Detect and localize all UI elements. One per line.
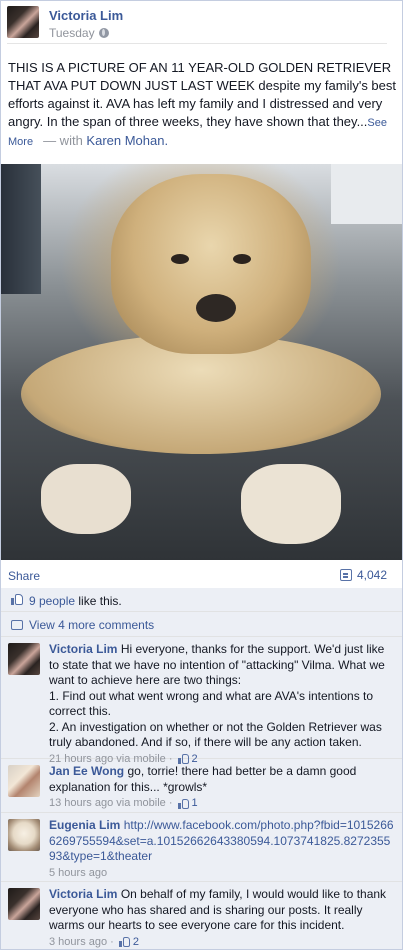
comment-body: Victoria Lim Hi everyone, thanks for the… [49, 642, 397, 767]
comment-time[interactable]: 3 hours ago · [49, 935, 114, 950]
commenter-name[interactable]: Eugenia Lim [49, 818, 120, 832]
dog-nose [196, 294, 236, 322]
comment-bubble-icon [11, 620, 23, 630]
globe-icon[interactable] [98, 28, 109, 38]
comment-meta: 3 hours ago · 2 [49, 935, 397, 950]
comment-item: Victoria Lim On behalf of my family, I w… [1, 882, 402, 950]
post-time[interactable]: Tuesday [49, 26, 95, 40]
post-message: THIS IS A PICTURE OF AN 11 YEAR-OLD GOLD… [8, 59, 396, 151]
comment-body: Eugenia Lim http://www.facebook.com/phot… [49, 818, 397, 881]
post-card: Victoria Lim Tuesday THIS IS A PICTURE O… [0, 0, 403, 950]
comment-time[interactable]: 5 hours ago [49, 866, 107, 882]
likes-text: 9 people like this. [29, 594, 122, 608]
like-icon[interactable] [118, 937, 130, 948]
comment-like-count[interactable]: 2 [133, 935, 139, 950]
comment-body: Victoria Lim On behalf of my family, I w… [49, 887, 397, 950]
shares-count[interactable]: 4,042 [339, 568, 387, 582]
avatar[interactable] [8, 888, 40, 920]
commenter-name[interactable]: Victoria Lim [49, 887, 117, 901]
post-meta: Tuesday [49, 26, 109, 40]
comment-time[interactable]: 13 hours ago via mobile · [49, 796, 173, 812]
dog-paw-left [41, 464, 131, 534]
like-icon[interactable] [177, 798, 189, 809]
avatar[interactable] [8, 765, 40, 797]
avatar[interactable] [7, 6, 39, 38]
dog-eye-right [233, 254, 251, 264]
post-body: THIS IS A PICTURE OF AN 11 YEAR-OLD GOLD… [8, 60, 397, 129]
comments-section: 9 people like this. View 4 more comments… [1, 588, 402, 950]
view-more-row[interactable]: View 4 more comments [1, 612, 402, 637]
share-count-text: 4,042 [356, 568, 387, 582]
post-photo[interactable] [1, 164, 402, 560]
comment-item: Jan Ee Wong go, torrie! there had better… [1, 759, 402, 813]
likes-row: 9 people like this. [1, 588, 402, 612]
likes-people-link[interactable]: 9 people [29, 594, 75, 608]
dog-paw-right [241, 464, 341, 544]
view-more-comments[interactable]: View 4 more comments [29, 618, 154, 632]
share-icon [339, 569, 352, 581]
comment-meta: 13 hours ago via mobile · 1 [49, 796, 397, 812]
avatar[interactable] [8, 819, 40, 851]
comment-meta: 5 hours ago [49, 866, 397, 882]
commenter-name[interactable]: Victoria Lim [49, 642, 117, 656]
post-actions: Share 4,042 [1, 561, 402, 589]
dog-eye-left [171, 254, 189, 264]
commenter-name[interactable]: Jan Ee Wong [49, 764, 124, 778]
comment-item: Victoria Lim Hi everyone, thanks for the… [1, 637, 402, 765]
dog-head [111, 174, 311, 354]
comment-body: Jan Ee Wong go, torrie! there had better… [49, 764, 397, 812]
with-label: — with [43, 133, 83, 148]
photo-stool [1, 164, 41, 294]
likes-suffix: like this. [78, 594, 122, 608]
comment-text-line: 1. Find out what went wrong and what are… [49, 688, 374, 719]
post-header: Victoria Lim Tuesday [7, 6, 397, 46]
comment-item: Eugenia Lim http://www.facebook.com/phot… [1, 813, 402, 882]
tagged-person[interactable]: Karen Mohan. [86, 133, 168, 148]
author-name[interactable]: Victoria Lim [49, 8, 123, 23]
like-icon [11, 594, 23, 605]
header-divider [7, 43, 387, 44]
photo-wall [331, 164, 402, 224]
comment-like-count[interactable]: 1 [192, 796, 198, 812]
comment-text-line: 2. An investigation on whether or not th… [49, 719, 382, 750]
avatar[interactable] [8, 643, 40, 675]
share-button[interactable]: Share [8, 569, 40, 583]
